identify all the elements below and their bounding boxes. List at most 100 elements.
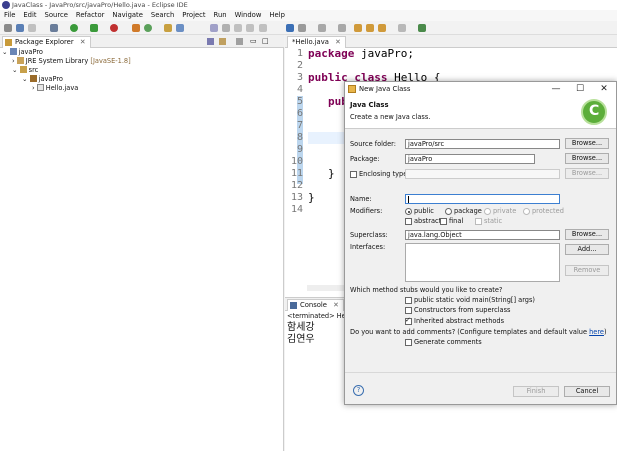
open-type-icon[interactable] <box>164 24 172 32</box>
navigate-icon[interactable] <box>398 24 406 32</box>
word-wrap-icon[interactable] <box>234 24 242 32</box>
stub-inherited-checkbox[interactable] <box>405 316 412 325</box>
chevron-down-icon[interactable]: ⌄ <box>2 48 8 56</box>
close-icon[interactable]: ✕ <box>80 38 86 46</box>
forward-icon[interactable] <box>378 24 386 32</box>
configure-templates-link[interactable]: here <box>589 328 604 336</box>
modifier-abstract-checkbox[interactable] <box>405 218 412 225</box>
view-menu-icon[interactable] <box>236 38 243 45</box>
pilcrow-icon[interactable] <box>259 24 267 32</box>
annotation-next-icon[interactable] <box>210 24 218 32</box>
last-edit-icon[interactable] <box>354 24 362 32</box>
chevron-down-icon[interactable]: ⌄ <box>22 75 28 83</box>
name-field[interactable] <box>405 194 560 204</box>
enclosing-type-checkbox[interactable] <box>350 171 357 178</box>
title-bar: JavaClass - JavaPro/src/javaPro/Hello.ja… <box>0 0 617 10</box>
maximize-icon[interactable]: ☐ <box>569 82 591 96</box>
tab-console[interactable]: Console ✕ <box>287 299 344 311</box>
line-number: 12 <box>290 180 303 191</box>
chevron-right-icon[interactable]: › <box>12 57 15 65</box>
outline-icon[interactable] <box>286 24 294 32</box>
code-line-11[interactable]: } <box>328 168 335 180</box>
menu-file[interactable]: File <box>0 10 19 21</box>
skip-breakpoints-icon[interactable] <box>298 24 306 32</box>
modifier-package-radio[interactable] <box>445 208 452 215</box>
save-all-icon[interactable] <box>28 24 36 32</box>
minimize-icon[interactable]: ▭ <box>250 37 257 45</box>
package-field[interactable]: javaPro <box>405 154 535 164</box>
chevron-down-icon[interactable]: ⌄ <box>12 66 18 74</box>
add-interface-button[interactable]: Add... <box>565 244 609 255</box>
debug-icon[interactable] <box>50 24 58 32</box>
tree-item-jre[interactable]: › JRE System Library [JavaSE-1.8] <box>12 57 131 66</box>
cancel-button[interactable]: Cancel <box>564 386 610 397</box>
back-icon[interactable] <box>366 24 374 32</box>
menu-refactor[interactable]: Refactor <box>72 10 109 21</box>
browse-package-button[interactable]: Browse... <box>565 153 609 164</box>
menu-window[interactable]: Window <box>231 10 266 21</box>
library-icon <box>16 57 24 64</box>
chevron-right-icon[interactable]: › <box>32 84 35 92</box>
browse-enclosing-button[interactable]: Browse... <box>565 168 609 179</box>
help-icon[interactable]: ? <box>353 385 364 396</box>
tree-item-src[interactable]: ⌄ src <box>12 66 38 75</box>
menu-edit[interactable]: Edit <box>19 10 40 21</box>
coverage-icon[interactable] <box>90 24 98 32</box>
collapse-all-icon[interactable] <box>207 38 214 45</box>
close-icon[interactable]: ✕ <box>593 82 615 96</box>
browse-superclass-button[interactable]: Browse... <box>565 229 609 240</box>
maximize-icon[interactable]: □ <box>262 37 269 45</box>
new-java-project-icon[interactable] <box>132 24 140 32</box>
code-line-1[interactable]: package javaPro; <box>308 48 414 60</box>
line-number: 2 <box>296 60 303 71</box>
tree-item-package[interactable]: ⌄ javaPro <box>22 75 63 84</box>
menu-source[interactable]: Source <box>41 10 72 21</box>
modifier-protected-radio[interactable] <box>523 208 530 215</box>
modifier-public-label: public <box>414 207 434 215</box>
whitespace-icon[interactable] <box>246 24 254 32</box>
stub-main-checkbox[interactable] <box>405 297 412 304</box>
package-explorer-tab-bar: Package Explorer ✕ ▭ □ <box>0 35 284 48</box>
next-annotation-icon[interactable] <box>318 24 326 32</box>
class-c-icon: C <box>589 103 600 119</box>
superclass-field[interactable]: java.lang.Object <box>405 230 560 240</box>
run-icon[interactable] <box>70 24 78 32</box>
tree-item-project[interactable]: ⌄ javaPro <box>2 48 43 57</box>
finish-button[interactable]: Finish <box>513 386 559 397</box>
modifier-static-checkbox[interactable] <box>475 218 482 225</box>
source-folder-icon <box>19 66 27 73</box>
save-icon[interactable] <box>16 24 24 32</box>
dialog-title: New Java Class <box>359 85 411 93</box>
modifier-private-radio[interactable] <box>484 208 491 215</box>
menu-help[interactable]: Help <box>265 10 289 21</box>
code-line-13[interactable]: } <box>308 192 315 204</box>
toggle-mark-icon[interactable] <box>222 24 230 32</box>
external-tools-icon[interactable] <box>110 24 118 32</box>
tab-package-explorer[interactable]: Package Explorer ✕ <box>2 36 91 48</box>
line-number: 3 <box>296 72 303 83</box>
open-perspective-icon[interactable] <box>418 24 426 32</box>
menu-search[interactable]: Search <box>147 10 178 21</box>
enclosing-type-field[interactable] <box>405 169 560 179</box>
modifier-static-label: static <box>484 217 503 225</box>
minimize-icon[interactable]: — <box>545 82 567 96</box>
close-icon[interactable]: ✕ <box>333 301 339 309</box>
modifier-final-checkbox[interactable] <box>440 218 447 225</box>
browse-source-folder-button[interactable]: Browse... <box>565 138 609 149</box>
interfaces-list[interactable] <box>405 243 560 282</box>
generate-comments-checkbox[interactable] <box>405 339 412 346</box>
menu-navigate[interactable]: Navigate <box>108 10 147 21</box>
tree-item-file[interactable]: › Hello.java <box>32 84 78 93</box>
search-icon[interactable] <box>176 24 184 32</box>
menu-run[interactable]: Run <box>210 10 231 21</box>
close-icon[interactable]: ✕ <box>335 38 341 46</box>
link-with-editor-icon[interactable] <box>219 38 226 45</box>
new-icon[interactable] <box>4 24 12 32</box>
stub-constructors-checkbox[interactable] <box>405 307 412 314</box>
new-package-icon[interactable] <box>144 24 152 32</box>
previous-annotation-icon[interactable] <box>338 24 346 32</box>
source-folder-field[interactable]: javaPro/src <box>405 139 560 149</box>
menu-project[interactable]: Project <box>178 10 209 21</box>
modifier-public-radio[interactable] <box>405 208 412 215</box>
remove-interface-button[interactable]: Remove <box>565 265 609 276</box>
